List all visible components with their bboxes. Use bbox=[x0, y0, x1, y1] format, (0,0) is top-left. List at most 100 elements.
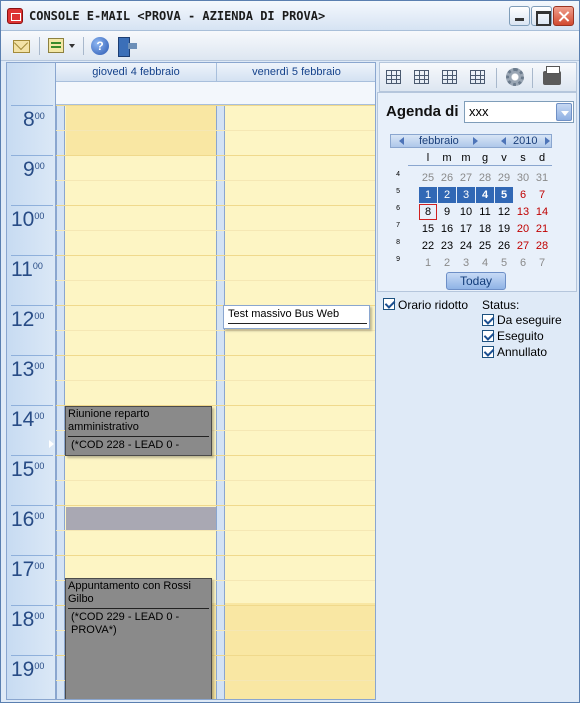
agenda-select-value: xxx bbox=[469, 104, 489, 119]
toolbar-separator bbox=[83, 37, 84, 55]
chevron-down-icon[interactable] bbox=[556, 103, 572, 121]
appointment-rossi-gilbo[interactable]: Appuntamento con Rossi Gilbo (*COD 229 -… bbox=[65, 578, 212, 699]
calendar-day[interactable]: 7 bbox=[533, 187, 551, 203]
day-view-icon[interactable] bbox=[386, 70, 401, 84]
window-title: CONSOLE E-MAIL <PROVA - AZIENDA DI PROVA… bbox=[29, 9, 326, 23]
calendar-day[interactable]: 26 bbox=[438, 170, 456, 186]
agenda-select[interactable]: xxx bbox=[464, 101, 574, 123]
calendar-day[interactable]: 12 bbox=[495, 204, 513, 220]
calendar-day[interactable]: 27 bbox=[457, 170, 475, 186]
prev-month-icon[interactable] bbox=[399, 137, 404, 145]
calendar-day[interactable]: 11 bbox=[476, 204, 494, 220]
calendar-day[interactable]: 26 bbox=[495, 238, 513, 254]
work-week-view-icon[interactable] bbox=[414, 70, 429, 84]
agenda-label: Agenda di bbox=[386, 103, 459, 120]
calendar-day[interactable]: 5 bbox=[495, 255, 513, 271]
calendar-day[interactable]: 31 bbox=[533, 170, 551, 186]
minimize-button[interactable] bbox=[509, 6, 530, 26]
day-header-friday[interactable]: venerdì 5 febbraio bbox=[217, 66, 375, 78]
hour-label-minutes: 00 bbox=[34, 211, 45, 221]
half-hour-gridline bbox=[56, 180, 375, 181]
calendar-day[interactable]: 4 bbox=[476, 187, 494, 203]
calendar-day[interactable]: 18 bbox=[476, 221, 494, 237]
help-icon[interactable]: ? bbox=[91, 36, 109, 56]
status-da-eseguire-checkbox[interactable] bbox=[482, 314, 494, 326]
calendar-day[interactable]: 19 bbox=[495, 221, 513, 237]
calendar-day[interactable]: 15 bbox=[419, 221, 437, 237]
day-header-thursday[interactable]: giovedì 4 febbraio bbox=[56, 66, 216, 78]
prev-year-icon[interactable] bbox=[501, 137, 506, 145]
week-number: 8 bbox=[396, 239, 400, 246]
calendar-day[interactable]: 7 bbox=[533, 255, 551, 271]
hour-label-hour: 10 bbox=[11, 208, 35, 231]
hour-gridline bbox=[56, 205, 375, 206]
calendar-day[interactable]: 13 bbox=[514, 204, 532, 220]
task-list-icon[interactable] bbox=[48, 36, 78, 56]
hour-label: 1400 bbox=[11, 408, 44, 432]
calendar-day[interactable]: 28 bbox=[533, 238, 551, 254]
half-hour-gridline bbox=[56, 280, 375, 281]
calendar-day[interactable]: 23 bbox=[438, 238, 456, 254]
calendar-day[interactable]: 17 bbox=[457, 221, 475, 237]
maximize-button[interactable] bbox=[531, 6, 552, 26]
calendar-day[interactable]: 3 bbox=[457, 255, 475, 271]
calendar-day[interactable]: 28 bbox=[476, 170, 494, 186]
calendar-day[interactable]: 2 bbox=[438, 187, 456, 203]
week-number: 6 bbox=[396, 205, 400, 212]
status-annullato-checkbox[interactable] bbox=[482, 346, 494, 358]
gear-icon[interactable] bbox=[506, 68, 524, 86]
calendar-day[interactable]: 10 bbox=[457, 204, 475, 220]
calendar-day[interactable]: 6 bbox=[514, 255, 532, 271]
task-list-box bbox=[48, 38, 64, 53]
calendar-day[interactable]: 8 bbox=[419, 204, 437, 220]
calendar-day-view[interactable]: giovedì 4 febbraio venerdì 5 febbraio 80… bbox=[6, 62, 376, 700]
weekday-header: d bbox=[538, 152, 546, 164]
close-button[interactable] bbox=[553, 6, 574, 26]
calendar-day[interactable]: 5 bbox=[495, 187, 513, 203]
calendar-day[interactable]: 24 bbox=[457, 238, 475, 254]
hour-label-hour: 9 bbox=[23, 158, 35, 181]
calendar-day[interactable]: 6 bbox=[514, 187, 532, 203]
calendar-day[interactable]: 27 bbox=[514, 238, 532, 254]
hour-label-minutes: 00 bbox=[34, 311, 45, 321]
calendar-day[interactable]: 16 bbox=[438, 221, 456, 237]
all-day-area[interactable] bbox=[56, 82, 375, 105]
next-month-icon[interactable] bbox=[473, 137, 478, 145]
month-view-icon[interactable] bbox=[470, 70, 485, 84]
calendar-day[interactable]: 22 bbox=[419, 238, 437, 254]
calendar-day[interactable]: 2 bbox=[438, 255, 456, 271]
appointment-riunione[interactable]: Riunione reparto amministrativo (*COD 22… bbox=[65, 406, 212, 456]
next-year-icon[interactable] bbox=[545, 137, 550, 145]
envelope-icon[interactable] bbox=[12, 36, 30, 56]
calendar-day[interactable]: 20 bbox=[514, 221, 532, 237]
calendar-day[interactable]: 29 bbox=[495, 170, 513, 186]
calendar-day[interactable]: 30 bbox=[514, 170, 532, 186]
exit-icon[interactable] bbox=[117, 36, 139, 57]
status-eseguito-checkbox[interactable] bbox=[482, 330, 494, 342]
printer-icon[interactable] bbox=[543, 66, 561, 85]
orario-ridotto-checkbox[interactable] bbox=[383, 298, 395, 310]
mini-calendar[interactable]: febbraio 2010 l m m g v s d 4 25 26 27 28 29 30 31 5 1 2 3… bbox=[390, 134, 552, 269]
calendar-day[interactable]: 3 bbox=[457, 187, 475, 203]
calendar-day[interactable]: 21 bbox=[533, 221, 551, 237]
hour-tick bbox=[11, 655, 53, 656]
hour-label-minutes: 00 bbox=[34, 611, 45, 621]
hour-label: 1700 bbox=[11, 558, 44, 582]
appointment-detail: (*COD 228 - LEAD 0 - bbox=[71, 439, 180, 451]
today-button[interactable]: Today bbox=[446, 272, 506, 290]
calendar-day[interactable]: 9 bbox=[438, 204, 456, 220]
week-view-icon[interactable] bbox=[442, 70, 457, 84]
calendar-day[interactable]: 25 bbox=[476, 238, 494, 254]
calendar-day[interactable]: 4 bbox=[476, 255, 494, 271]
hour-label-hour: 18 bbox=[11, 608, 35, 631]
hour-gridline bbox=[56, 105, 375, 106]
appointment-test-bus-web[interactable]: Test massivo Bus Web bbox=[223, 305, 370, 329]
calendar-day[interactable]: 1 bbox=[419, 187, 437, 203]
weekday-header: s bbox=[520, 152, 526, 164]
calendar-day[interactable]: 25 bbox=[419, 170, 437, 186]
busy-slot[interactable] bbox=[66, 507, 216, 530]
calendar-day[interactable]: 14 bbox=[533, 204, 551, 220]
mini-calendar-divider bbox=[408, 165, 552, 166]
calendar-day[interactable]: 1 bbox=[419, 255, 437, 271]
appointment-divider bbox=[228, 323, 367, 324]
